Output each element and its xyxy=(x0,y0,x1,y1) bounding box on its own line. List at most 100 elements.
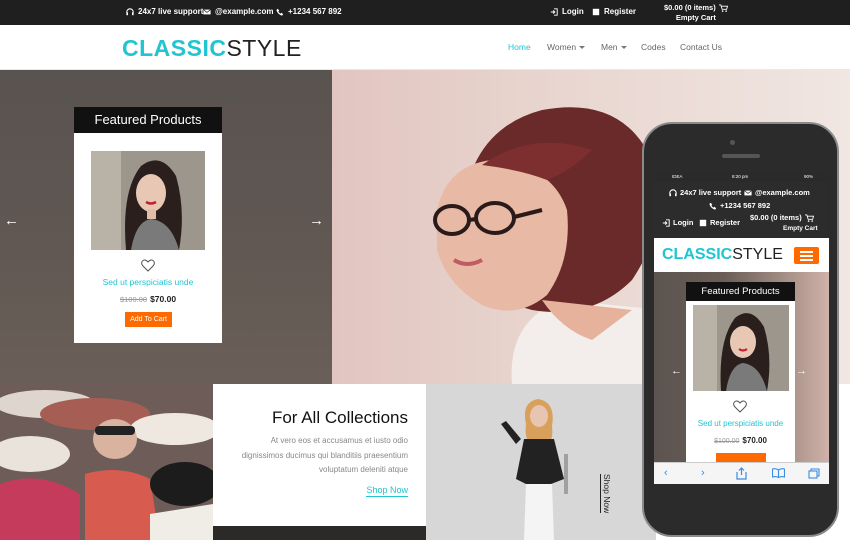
phone-next-arrow[interactable]: → xyxy=(796,365,807,377)
site-logo[interactable]: CLASSICSTYLE xyxy=(122,35,302,62)
phone-number-text: +1234 567 892 xyxy=(720,201,771,210)
phone-featured-card: Featured Products Sed ut perspiciatis un… xyxy=(686,282,795,462)
product-price: $100.00 $70.00 xyxy=(74,294,222,304)
product-model-illustration xyxy=(693,305,789,391)
phone-new-price: $70.00 xyxy=(742,436,767,445)
hero-prev-arrow[interactable]: ← xyxy=(4,212,19,229)
support-info: 24x7 live support xyxy=(126,7,203,16)
phone-support: 24x7 live support xyxy=(669,188,741,197)
model-panel xyxy=(426,384,656,540)
vertical-shop-now-link[interactable]: Shop Now xyxy=(600,474,612,514)
header: CLASSICSTYLE Home Women Men Codes Contac… xyxy=(0,25,850,70)
collections-title: For All Collections xyxy=(271,408,408,427)
phone-speaker xyxy=(722,154,760,158)
tabs-icon[interactable] xyxy=(808,468,820,479)
share-icon[interactable] xyxy=(736,467,747,480)
phone-add-to-cart-button[interactable] xyxy=(716,453,766,462)
product-image[interactable] xyxy=(91,151,205,250)
phone-icon xyxy=(276,8,284,16)
featured-title: Featured Products xyxy=(74,107,222,133)
hats-image xyxy=(0,384,213,540)
phone-cart-empty[interactable]: Empty Cart xyxy=(783,225,818,232)
cart-icon xyxy=(718,4,728,12)
heart-icon[interactable] xyxy=(141,259,155,272)
phone-prev-arrow[interactable]: ← xyxy=(671,365,682,377)
cart-total: $0.00 (0 items) xyxy=(664,3,716,12)
nav-contact[interactable]: Contact Us xyxy=(680,42,722,52)
status-time: 8:20 pm xyxy=(732,174,749,179)
page: 24x7 live support @example.com +1234 567… xyxy=(0,0,850,540)
model-illustration xyxy=(501,399,568,540)
collections-section: For All Collections At vero eos et accus… xyxy=(213,384,426,540)
nav-men[interactable]: Men xyxy=(601,42,627,52)
register-label: Register xyxy=(604,7,637,16)
back-icon[interactable]: ‹ xyxy=(664,467,668,479)
status-carrier: IDEA xyxy=(672,174,683,179)
cart-empty-link[interactable]: Empty Cart xyxy=(664,13,728,23)
nav-home[interactable]: Home xyxy=(508,42,531,52)
phone-cart-total: $0.00 (0 items) xyxy=(750,213,802,222)
new-price: $70.00 xyxy=(150,294,177,304)
register-icon xyxy=(699,219,707,226)
phone-number: +1234 567 892 xyxy=(709,201,770,210)
product-model-illustration xyxy=(91,151,205,250)
register-icon xyxy=(592,8,600,15)
phone-logo-classic: CLASSIC xyxy=(662,246,733,263)
headset-icon xyxy=(126,7,134,15)
login-label: Login xyxy=(562,7,584,16)
phone-logo[interactable]: CLASSICSTYLE xyxy=(662,246,783,264)
cart-summary[interactable]: $0.00 (0 items) Empty Cart xyxy=(664,3,728,23)
product-name[interactable]: Sed ut perspiciatis unde xyxy=(74,277,222,287)
phone-email-text: @example.com xyxy=(755,188,810,197)
envelope-icon xyxy=(744,189,752,195)
phone-text: +1234 567 892 xyxy=(288,7,342,16)
phone-login-label: Login xyxy=(673,218,694,227)
phone-product-name[interactable]: Sed ut perspiciatis unde xyxy=(686,419,795,428)
nav-women[interactable]: Women xyxy=(547,42,586,52)
phone-product-image[interactable] xyxy=(693,305,789,391)
phone-icon xyxy=(709,202,717,210)
phone-email[interactable]: @example.com xyxy=(744,188,810,197)
sign-in-icon xyxy=(550,7,558,16)
email-info[interactable]: @example.com xyxy=(203,7,274,16)
nav-women-label: Women xyxy=(547,42,577,52)
phone-support-text: 24x7 live support xyxy=(680,188,742,197)
hats-illustration xyxy=(0,384,213,540)
phone-product-price: $100.00 $70.00 xyxy=(686,436,795,445)
nav-men-label: Men xyxy=(601,42,618,52)
register-link[interactable]: Register xyxy=(592,7,636,16)
logo-part-style: STYLE xyxy=(226,35,302,61)
phone-featured-title: Featured Products xyxy=(686,282,795,301)
phone-camera xyxy=(730,140,735,145)
chevron-down-icon xyxy=(620,46,627,50)
chevron-down-icon xyxy=(579,46,586,50)
top-bar: 24x7 live support @example.com +1234 567… xyxy=(0,0,850,25)
phone-login[interactable]: Login xyxy=(662,218,693,227)
collections-text: At vero eos et accusamus et iusto odio d… xyxy=(241,436,408,474)
hero-next-arrow[interactable]: → xyxy=(309,212,324,229)
old-price: $100.00 xyxy=(119,295,148,304)
phone-top-bar: 24x7 live support @example.com +1234 567… xyxy=(654,182,829,238)
status-battery: 90% xyxy=(804,174,814,179)
collections-bottom-image xyxy=(213,526,426,540)
headset-icon xyxy=(669,188,677,196)
email-text: @example.com xyxy=(215,7,274,16)
shop-now-link[interactable]: Shop Now xyxy=(366,485,408,497)
phone-screen: IDEA 8:20 pm 90% 24x7 live support @exam… xyxy=(654,172,829,484)
support-text: 24x7 live support xyxy=(138,7,204,16)
hamburger-menu-icon[interactable] xyxy=(794,247,819,264)
forward-icon[interactable]: › xyxy=(701,467,705,479)
phone-header: CLASSICSTYLE xyxy=(654,238,829,272)
heart-icon[interactable] xyxy=(733,400,747,413)
cart-icon xyxy=(804,213,814,222)
phone-register[interactable]: Register xyxy=(699,218,740,227)
phone-logo-style: STYLE xyxy=(732,246,783,263)
logo-part-classic: CLASSIC xyxy=(122,35,227,61)
featured-product-card: Featured Products Sed ut perspiciatis un… xyxy=(74,107,222,343)
add-to-cart-button[interactable]: Add To Cart xyxy=(125,312,172,327)
login-link[interactable]: Login xyxy=(550,7,584,16)
bookmarks-icon[interactable] xyxy=(772,468,785,478)
phone-cart[interactable]: $0.00 (0 items) xyxy=(750,213,814,222)
nav-codes[interactable]: Codes xyxy=(641,42,666,52)
phone-info: +1234 567 892 xyxy=(276,7,342,16)
